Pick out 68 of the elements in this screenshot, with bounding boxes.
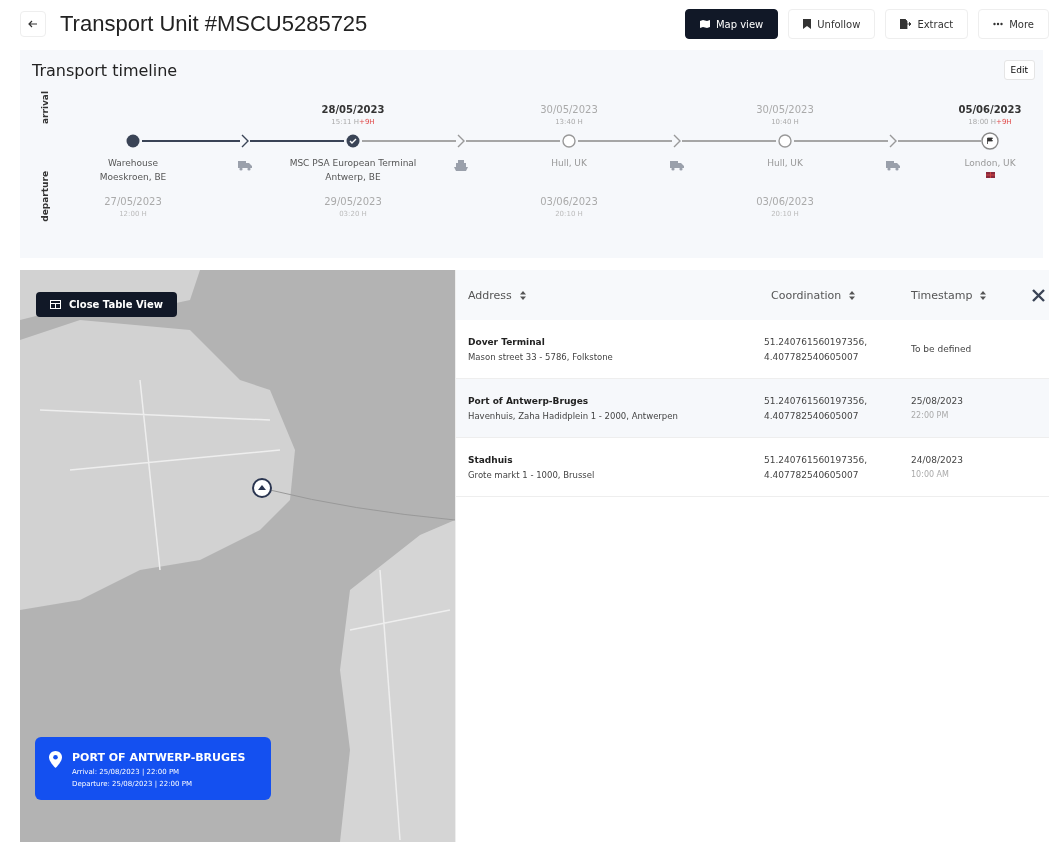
stop-place: Moeskroen, BE: [99, 172, 167, 182]
address-text: Mason street 33 - 5786, Folkstone: [468, 351, 614, 362]
filled-dot-icon: [124, 132, 142, 150]
sort-icon: [980, 290, 987, 300]
departure-date: 03/06/2023: [756, 196, 814, 207]
location-pin-icon: [49, 751, 62, 768]
timestamp-date: 24/08/2023: [911, 455, 964, 465]
stop-place: Hull, UK: [767, 158, 803, 168]
dots-icon: [993, 22, 1004, 26]
stop-place: MSC PSA European Terminal: [289, 158, 417, 168]
arrival-date: 30/05/2023: [540, 104, 598, 115]
arrival-label: arrival: [40, 91, 50, 125]
timestamp-time: 10:00 AM: [911, 470, 950, 479]
truck-icon: [238, 160, 252, 171]
coordinate-text: 51.240761560197356,: [764, 395, 869, 406]
bookmark-icon: [803, 19, 812, 29]
column-header[interactable]: Timestamp: [899, 270, 1009, 320]
close-table-view-button[interactable]: Close Table View: [36, 292, 177, 317]
arrival-date: 05/06/2023: [958, 104, 1022, 115]
stop-place: Antwerp, BE: [325, 172, 381, 182]
address-name: Dover Terminal: [468, 336, 546, 347]
check-circle-icon: [344, 132, 362, 150]
address-text: Grote markt 1 - 1000, Brussel: [468, 469, 596, 480]
back-button[interactable]: [20, 11, 46, 37]
coordinate-text: 4.407782540605007: [764, 469, 860, 480]
flag-icon: [985, 172, 995, 178]
address-text: Havenhuis, Zaha Hadidplein 1 - 2000, Antwerpen: [468, 410, 679, 421]
empty-circle-icon: [560, 132, 578, 150]
toolbar-button[interactable]: Extract: [885, 9, 969, 39]
truck-icon: [886, 160, 900, 171]
ship-icon: [454, 160, 468, 172]
empty-circle-icon: [776, 132, 794, 150]
coordinate-text: 4.407782540605007: [764, 410, 860, 421]
arrival-date: 28/05/2023: [321, 104, 385, 115]
stop-place: London, UK: [964, 158, 1016, 168]
sort-icon: [519, 290, 526, 300]
location-title: PORT OF ANTWERP-BRUGES: [72, 751, 246, 764]
column-header[interactable]: Coordination: [759, 270, 899, 320]
arrival-date: 30/05/2023: [756, 104, 814, 115]
departure-label: departure: [40, 170, 50, 222]
flag-circle-icon: [981, 132, 999, 150]
export-icon: [900, 19, 912, 29]
stop-place: Warehouse: [108, 158, 158, 168]
close-icon: [1032, 288, 1045, 302]
address-name: Port of Antwerp-Bruges: [468, 395, 590, 406]
departure-date: 29/05/2023: [324, 196, 382, 207]
table-icon: [50, 300, 61, 309]
departure-date: 03/06/2023: [540, 196, 598, 207]
departure-date: 27/05/2023: [104, 196, 162, 207]
timestamp-date: 25/08/2023: [911, 396, 964, 406]
back-arrow-icon: [28, 19, 38, 29]
toolbar-button[interactable]: Map view: [684, 9, 779, 39]
coordinate-text: 51.240761560197356,: [764, 336, 869, 347]
stop-place: Hull, UK: [551, 158, 587, 168]
column-header[interactable]: Address: [456, 270, 759, 320]
address-name: Stadhuis: [468, 454, 514, 465]
page-title: Transport Unit #MSCU5285725: [60, 11, 368, 37]
truck-icon: [670, 160, 684, 171]
timestamp-date: To be defined: [911, 344, 973, 354]
toolbar-button[interactable]: More: [978, 9, 1049, 39]
edit-button[interactable]: Edit: [1003, 60, 1035, 80]
timestamp-time: 22:00 PM: [911, 411, 950, 420]
section-title: Transport timeline: [32, 60, 178, 80]
coordinate-text: 4.407782540605007: [764, 351, 860, 362]
toolbar-button[interactable]: Unfollow: [788, 9, 876, 39]
sort-icon: [849, 290, 856, 300]
coordinate-text: 51.240761560197356,: [764, 454, 869, 465]
map-icon: [699, 19, 710, 29]
